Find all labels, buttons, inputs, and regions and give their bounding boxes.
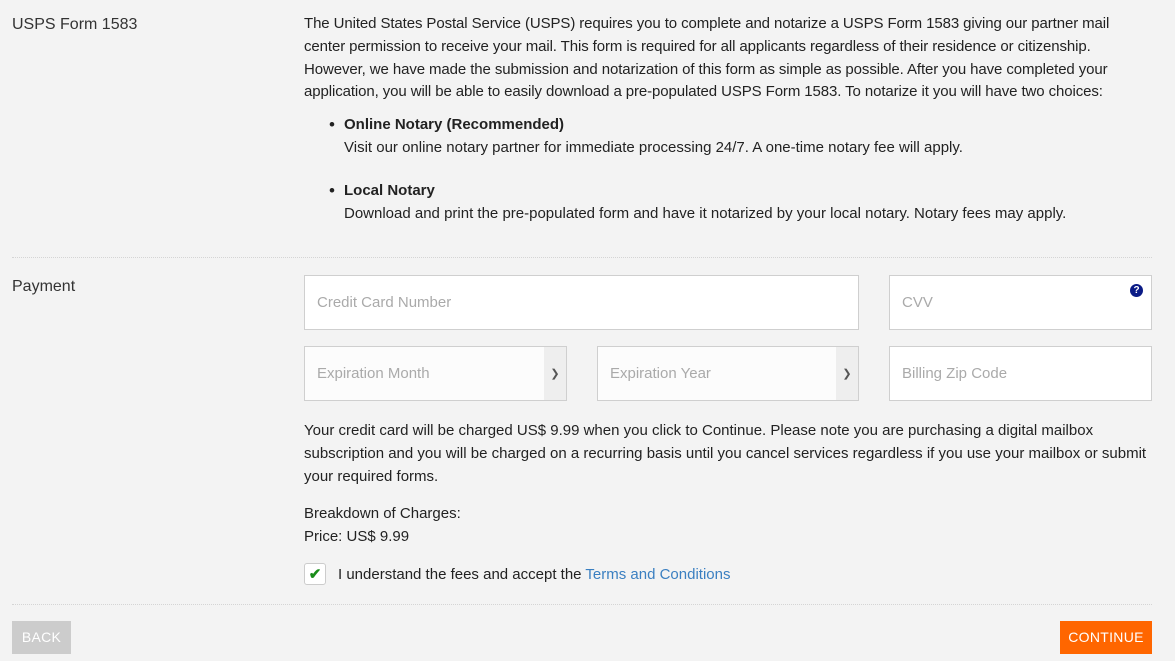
terms-checkbox[interactable]: ✔ bbox=[304, 563, 326, 585]
back-button[interactable]: BACK bbox=[12, 621, 71, 654]
notary-choice-local: Local Notary Download and print the pre-… bbox=[329, 180, 1152, 226]
choice-description: Visit our online notary partner for imme… bbox=[344, 138, 963, 156]
section-divider bbox=[12, 257, 1152, 258]
charges-breakdown: Breakdown of Charges: Price: US$ 9.99 bbox=[304, 502, 461, 548]
payment-section: Payment Credit Card Number CVV ? Expirat… bbox=[12, 275, 1152, 595]
notary-choice-online: Online Notary (Recommended) Visit our on… bbox=[329, 114, 1152, 160]
cvv-placeholder: CVV bbox=[902, 294, 933, 311]
terms-agreement-text: I understand the fees and accept the bbox=[338, 565, 586, 583]
choice-title: Local Notary bbox=[344, 181, 435, 199]
footer-divider bbox=[12, 604, 1152, 605]
usps-form-section: USPS Form 1583 The United States Postal … bbox=[12, 13, 1152, 253]
chevron-down-icon: ❯ bbox=[836, 347, 858, 400]
usps-section-content: The United States Postal Service (USPS) … bbox=[304, 13, 1152, 245]
usps-intro-text: The United States Postal Service (USPS) … bbox=[304, 15, 1110, 101]
charge-notice: Your credit card will be charged US$ 9.9… bbox=[304, 422, 1147, 485]
billing-zip-placeholder: Billing Zip Code bbox=[902, 365, 1008, 382]
billing-zip-input[interactable]: Billing Zip Code bbox=[889, 346, 1152, 401]
cvv-input[interactable]: CVV ? bbox=[889, 275, 1152, 330]
usps-section-label: USPS Form 1583 bbox=[12, 16, 138, 33]
payment-section-label: Payment bbox=[12, 278, 76, 295]
expiration-year-placeholder: Expiration Year bbox=[610, 365, 711, 382]
price-line: Price: US$ 9.99 bbox=[304, 528, 410, 545]
terms-agreement-row: ✔ I understand the fees and accept the T… bbox=[304, 563, 730, 585]
notary-choices-list: Online Notary (Recommended) Visit our on… bbox=[304, 114, 1152, 225]
terms-and-conditions-link[interactable]: Terms and Conditions bbox=[585, 566, 730, 583]
expiration-month-placeholder: Expiration Month bbox=[317, 365, 430, 382]
expiration-month-select[interactable]: Expiration Month ❯ bbox=[304, 346, 567, 401]
chevron-down-icon: ❯ bbox=[544, 347, 566, 400]
checkmark-icon: ✔ bbox=[308, 566, 322, 583]
continue-button[interactable]: CONTINUE bbox=[1060, 621, 1152, 654]
credit-card-number-placeholder: Credit Card Number bbox=[317, 294, 452, 311]
choice-description: Download and print the pre-populated for… bbox=[344, 204, 1067, 222]
credit-card-number-input[interactable]: Credit Card Number bbox=[304, 275, 859, 330]
expiration-year-select[interactable]: Expiration Year ❯ bbox=[597, 346, 859, 401]
choice-title: Online Notary (Recommended) bbox=[344, 116, 565, 134]
question-circle-icon[interactable]: ? bbox=[1130, 284, 1143, 297]
breakdown-title: Breakdown of Charges: bbox=[304, 505, 461, 522]
terms-agreement-label: I understand the fees and accept the Ter… bbox=[338, 566, 730, 583]
